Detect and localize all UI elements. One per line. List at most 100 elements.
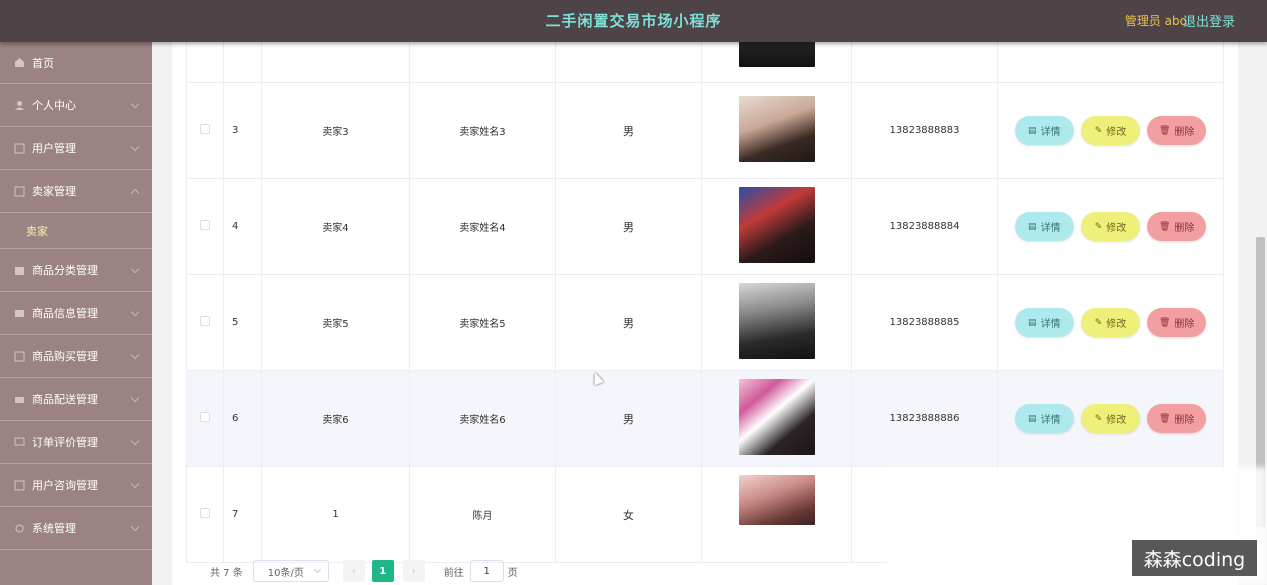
seller-phone: 13823888884	[851, 178, 998, 275]
trash-icon: 🗑	[1158, 413, 1171, 424]
sidebar-item-consult[interactable]: 用户咨询管理	[0, 464, 152, 507]
delete-button[interactable]: 🗑 删除	[1147, 404, 1207, 433]
seller-account: 1	[261, 466, 410, 563]
pagination: 共 7 条 10条/页 ‹ 1 › 前往 1 页	[210, 560, 518, 582]
row-index: 5	[223, 274, 262, 371]
row-index: 3	[223, 82, 262, 179]
seller-gender: 男	[555, 178, 702, 275]
document-icon: ▤	[1028, 221, 1037, 232]
seller-name: 卖家姓名3	[409, 82, 556, 179]
row-checkbox[interactable]	[200, 316, 210, 326]
edit-button[interactable]: ✎ 修改	[1081, 308, 1140, 337]
detail-button[interactable]: ▤ 详情	[1014, 404, 1074, 433]
seller-photo	[738, 475, 815, 525]
seller-gender: 男	[555, 274, 702, 371]
row-checkbox[interactable]	[200, 220, 210, 230]
sidebar-item-label: 商品信息管理	[32, 307, 98, 320]
edit-button[interactable]: ✎ 修改	[1081, 404, 1140, 433]
detail-button[interactable]: ▤ 详情	[1014, 212, 1074, 241]
page-size-select[interactable]: 10条/页	[252, 560, 329, 582]
sidebar-subitem-seller[interactable]: 卖家	[0, 213, 152, 249]
prev-page-button[interactable]: ‹	[342, 560, 365, 582]
chevron-down-icon	[130, 264, 140, 274]
sidebar-item-label: 商品配送管理	[32, 393, 98, 406]
sidebar-item-label: 用户咨询管理	[32, 479, 98, 492]
sidebar-item-label: 个人中心	[32, 99, 76, 112]
seller-name: 陈月	[409, 466, 556, 563]
comment-icon	[14, 437, 25, 448]
row-index: 7	[223, 466, 262, 563]
seller-name: 卖家姓名6	[409, 370, 556, 467]
seller-name: 卖家姓名5	[409, 274, 556, 371]
seller-phone: 13823888886	[851, 370, 998, 467]
app-title: 二手闲置交易市场小程序	[545, 12, 722, 30]
sidebar-item-label: 商品购买管理	[32, 350, 98, 363]
row-checkbox[interactable]	[200, 124, 210, 134]
row-index: 4	[223, 178, 262, 275]
seller-gender: 男	[555, 82, 702, 179]
top-bar: 二手闲置交易市场小程序 管理员 abo 退出登录	[0, 0, 1267, 42]
sidebar-item-users[interactable]: 用户管理	[0, 127, 152, 170]
sidebar-item-system[interactable]: 系统管理	[0, 507, 152, 550]
goto-label: 前往	[443, 567, 464, 579]
chevron-down-icon	[130, 350, 140, 360]
row-checkbox[interactable]	[200, 508, 210, 518]
seller-gender: 女	[555, 466, 702, 563]
sidebar-item-label: 用户管理	[32, 142, 76, 155]
chevron-down-icon	[130, 479, 140, 489]
chevron-up-icon	[130, 188, 140, 198]
watermark: 森森coding	[1132, 540, 1257, 576]
delete-button[interactable]: 🗑 删除	[1147, 308, 1207, 337]
home-icon	[14, 57, 25, 68]
document-icon: ▤	[1028, 317, 1037, 328]
delete-button[interactable]: 🗑 删除	[1147, 116, 1207, 145]
chevron-down-icon	[130, 99, 140, 109]
sidebar-item-reviews[interactable]: 订单评价管理	[0, 421, 152, 464]
seller-photo	[738, 96, 815, 162]
sidebar-item-purchase[interactable]: 商品购买管理	[0, 335, 152, 378]
users-icon	[14, 143, 25, 154]
sidebar-item-delivery[interactable]: 商品配送管理	[0, 378, 152, 421]
detail-button[interactable]: ▤ 详情	[1014, 308, 1074, 337]
document-icon: ▤	[1028, 125, 1037, 136]
goods-icon	[14, 308, 25, 319]
seller-photo	[738, 283, 815, 359]
table-row: 4 卖家4 卖家姓名4 男 13823888884 ▤ 详情 ✎ 修改 🗑 删除	[186, 178, 1224, 275]
category-icon	[14, 265, 25, 276]
consult-icon	[14, 480, 25, 491]
next-page-button[interactable]: ›	[402, 560, 425, 582]
seller-icon	[14, 186, 25, 197]
sidebar-item-sellers[interactable]: 卖家管理	[0, 170, 152, 213]
page-number-current[interactable]: 1	[371, 560, 394, 582]
edit-button[interactable]: ✎ 修改	[1081, 212, 1140, 241]
seller-account: 卖家3	[261, 82, 410, 179]
sidebar-item-label: 卖家管理	[32, 185, 76, 198]
table-row	[186, 42, 1224, 83]
seller-phone: 13823888885	[851, 274, 998, 371]
pencil-icon: ✎	[1094, 221, 1103, 232]
sidebar-item-label: 订单评价管理	[32, 436, 98, 449]
detail-button[interactable]: ▤ 详情	[1014, 116, 1074, 145]
user-icon	[14, 100, 25, 111]
trash-icon: 🗑	[1158, 317, 1171, 328]
sidebar-item-goods[interactable]: 商品信息管理	[0, 292, 152, 335]
seller-phone: 13823888883	[851, 82, 998, 179]
table-row: 6 卖家6 卖家姓名6 男 13823888886 ▤ 详情 ✎ 修改 🗑 删除	[186, 370, 1224, 467]
sidebar-item-home[interactable]: 首页	[0, 42, 152, 84]
pencil-icon: ✎	[1094, 125, 1103, 136]
delete-button[interactable]: 🗑 删除	[1147, 212, 1207, 241]
trash-icon: 🗑	[1158, 221, 1171, 232]
document-icon: ▤	[1028, 413, 1037, 424]
goto-page-input[interactable]: 1	[469, 560, 504, 582]
row-checkbox[interactable]	[200, 412, 210, 422]
edit-button[interactable]: ✎ 修改	[1081, 116, 1140, 145]
sidebar-item-category[interactable]: 商品分类管理	[0, 249, 152, 292]
sidebar-item-profile[interactable]: 个人中心	[0, 84, 152, 127]
row-index: 6	[223, 370, 262, 467]
page-unit-label: 页	[507, 567, 518, 579]
seller-photo	[738, 379, 815, 455]
seller-name: 卖家姓名4	[409, 178, 556, 275]
pencil-icon: ✎	[1094, 317, 1103, 328]
logout-link[interactable]: 退出登录	[1183, 11, 1235, 30]
chevron-down-icon	[130, 436, 140, 446]
